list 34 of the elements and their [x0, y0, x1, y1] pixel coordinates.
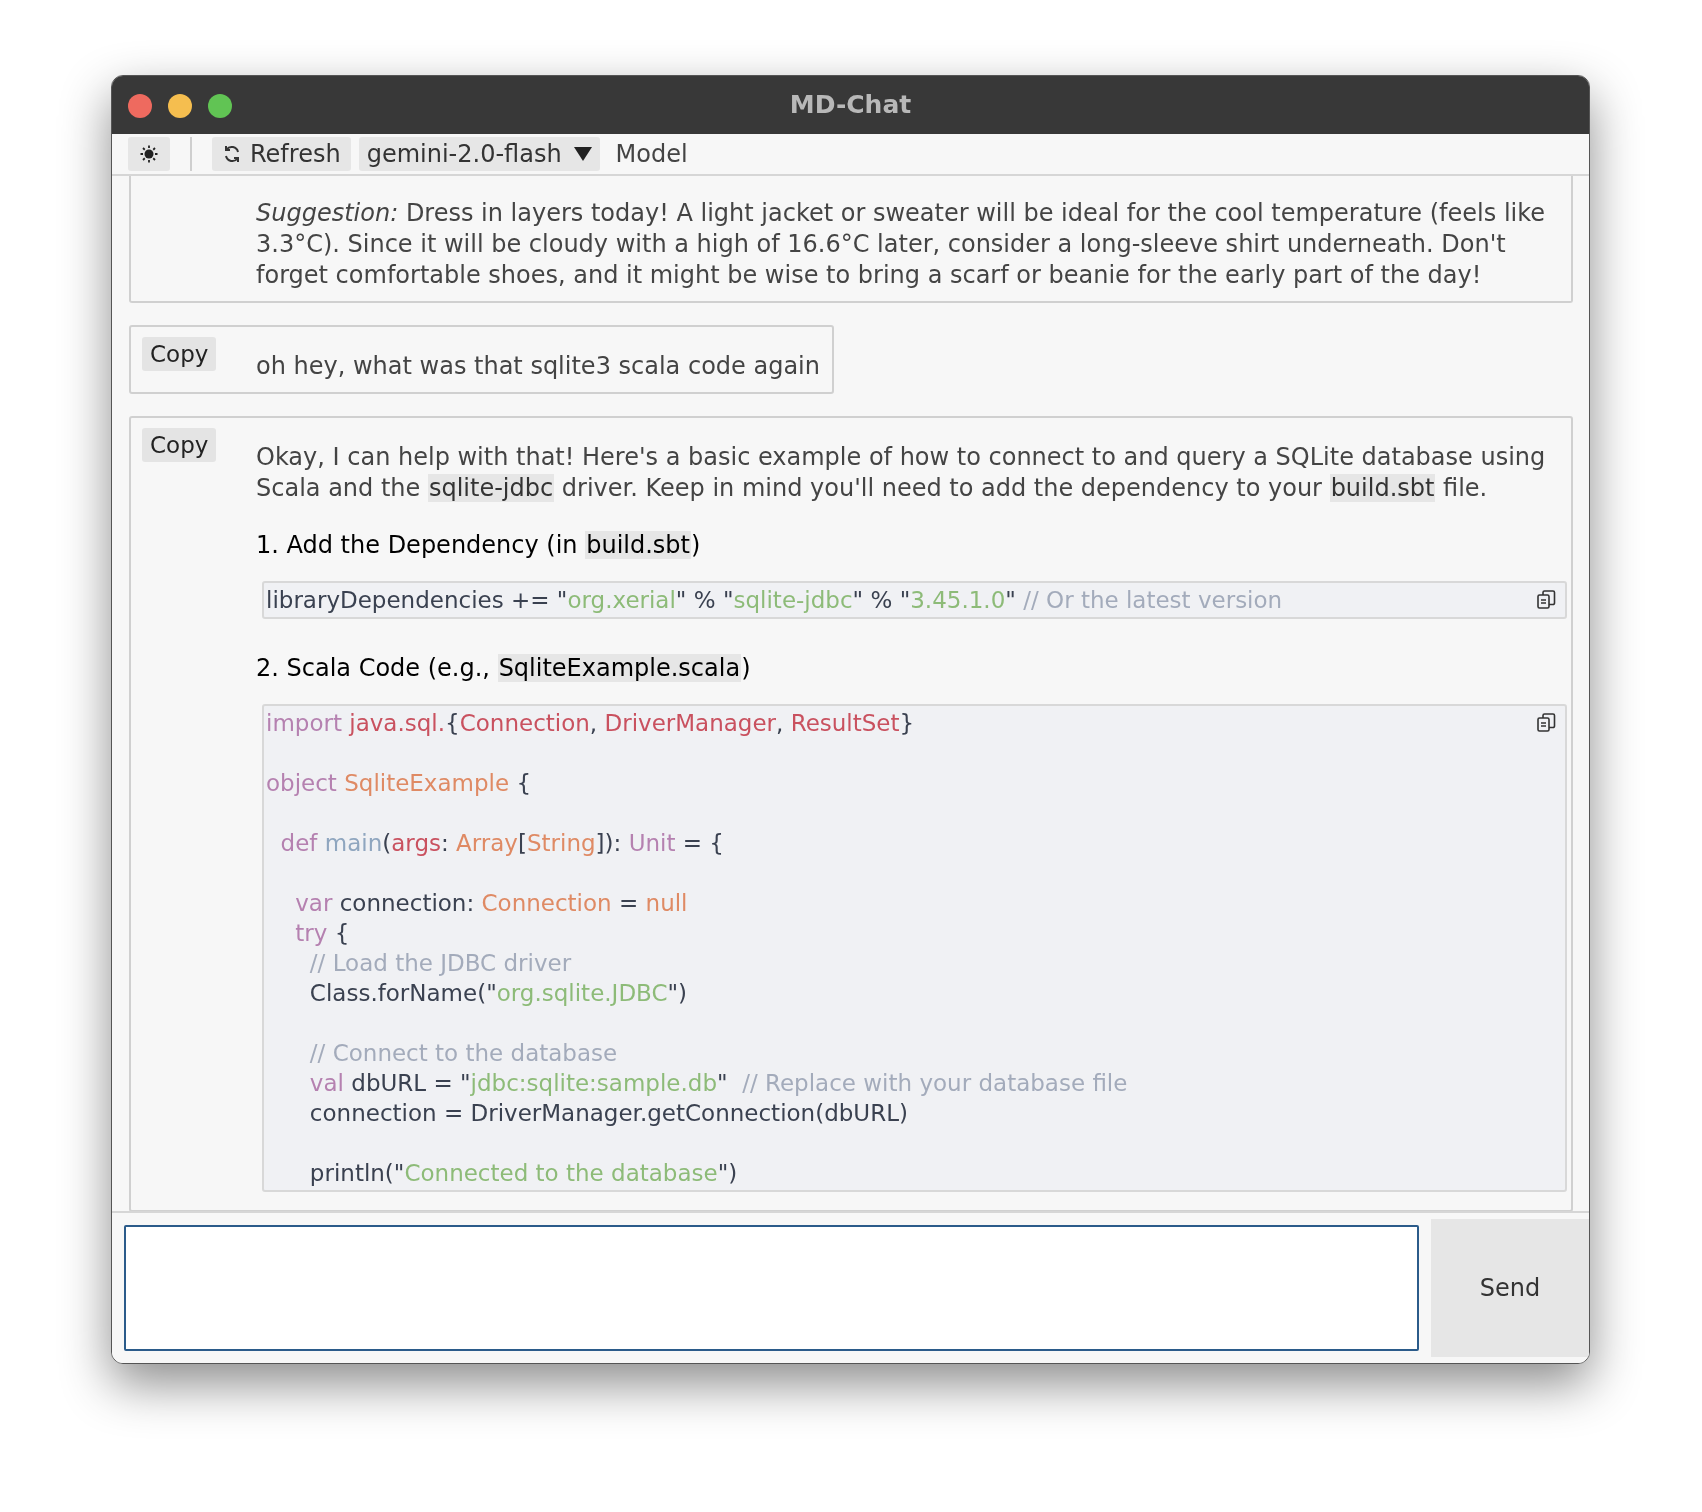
copy-icon[interactable] — [1535, 712, 1557, 734]
code-line: Class.forName("org.sqlite.JDBC") — [308, 979, 688, 1008]
close-button[interactable] — [128, 94, 152, 118]
code-line: val dbURL = "jdbc:sqlite:sample.db" // Replace with your database file — [308, 1069, 1128, 1098]
message-text: Okay, I can help with that! Here's a basic example of how to connect to and query a SQLite database using Scala and the sqlite-jdbc driver. Keep in mind you'll need to add the dependency to your build.sbt file. — [256, 442, 1547, 504]
code-line: // Connect to the database — [308, 1039, 618, 1068]
code-line: libraryDependencies += "org.xerial" % "sqlite-jdbc" % "3.45.1.0" // Or the latest version — [266, 586, 1283, 615]
section-heading: 1. Add the Dependency (in build.sbt) — [256, 530, 702, 561]
copy-button[interactable]: Copy — [142, 337, 217, 371]
sun-icon — [139, 144, 159, 164]
code-line: println("Connected to the database") — [308, 1159, 738, 1188]
message-text: Suggestion: Dress in layers today! A light jacket or sweater will be ideal for the cool temperature (feels like 3.3°C). Since it will be cloudy with a high of 16.6°C later, consider a long-sleeve shirt underneath. Don't forget comfortable shoes, and it might be wise to bring a scarf or beanie for the early part of the day! — [256, 198, 1547, 291]
section-heading: 2. Scala Code (e.g., SqliteExample.scala) — [256, 653, 752, 684]
code-line: def main(args: Array[String]): Unit = { — [279, 829, 724, 858]
window-title: MD-Chat — [789, 89, 912, 122]
message-text: oh hey, what was that sqlite3 scala code again — [256, 351, 820, 382]
copy-button[interactable]: Copy — [142, 428, 217, 462]
code-line: var connection: Connection = null — [294, 889, 688, 918]
code-line: connection = DriverManager.getConnection(dbURL) — [308, 1099, 908, 1128]
code-line: object SqliteExample { — [266, 769, 532, 798]
model-dropdown[interactable]: gemini-2.0-flash — [358, 137, 600, 171]
minimize-button[interactable] — [168, 94, 192, 118]
theme-toggle-button[interactable] — [128, 137, 170, 171]
caret-icon — [573, 147, 592, 161]
copy-icon[interactable] — [1535, 589, 1557, 611]
message-input[interactable] — [124, 1225, 1419, 1351]
send-button[interactable]: Send — [1431, 1219, 1589, 1357]
code-line: import java.sql.{Connection, DriverManager, ResultSet} — [266, 709, 915, 738]
code-line: // Load the JDBC driver — [308, 949, 572, 978]
maximize-button[interactable] — [208, 94, 232, 118]
code-line: try { — [294, 919, 350, 948]
model-label: Model — [615, 139, 688, 170]
refresh-button[interactable]: Refresh — [212, 137, 351, 171]
refresh-icon — [222, 144, 242, 164]
